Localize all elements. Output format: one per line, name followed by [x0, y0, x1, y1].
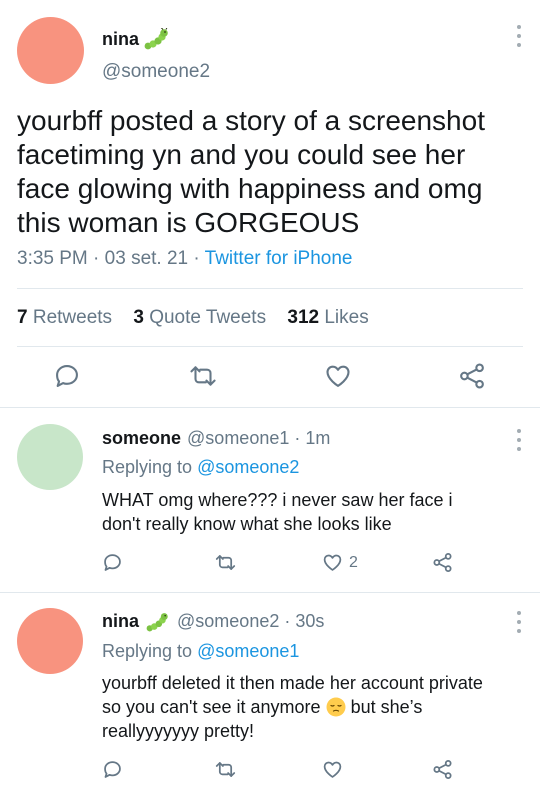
retweet-icon [215, 555, 236, 570]
divider [17, 288, 523, 289]
share-icon [433, 553, 452, 572]
reply-icon [56, 365, 78, 387]
tweet-date: 03 set. 21 [104, 248, 189, 269]
retweet-icon [215, 762, 236, 777]
author-name-text[interactable]: nina [102, 29, 139, 50]
more-options-icon[interactable] [514, 611, 524, 633]
divider [17, 346, 523, 347]
tweet-text: yourbff posted a story of a screenshot f… [17, 105, 485, 238]
reply-button[interactable] [102, 552, 123, 573]
avatar[interactable] [17, 17, 84, 84]
mention-link[interactable]: @someone1 [197, 641, 299, 661]
separator: · [93, 248, 105, 269]
reply-text: WHAT omg where??? i never saw her face i… [102, 490, 453, 534]
share-button[interactable] [458, 362, 486, 390]
heart-icon [326, 365, 350, 387]
author-name[interactable]: someone [102, 428, 181, 449]
author-handle[interactable]: @someone1 [187, 428, 289, 449]
tweet-stats: 7 Retweets 3 Quote Tweets 312 Likes [17, 307, 369, 329]
divider [0, 592, 540, 593]
likes-stat[interactable]: 312 Likes [287, 307, 368, 328]
reply-icon [104, 761, 121, 778]
reply-text: yourbff deleted it then made her account… [102, 673, 483, 741]
caterpillar-icon [144, 28, 168, 50]
retweet-button[interactable] [214, 759, 237, 780]
replying-to: Replying to @someone2 [102, 457, 300, 477]
separator: · [289, 428, 306, 448]
quotes-stat[interactable]: 3 Quote Tweets [133, 307, 266, 328]
reply-button[interactable] [102, 759, 123, 780]
heart-icon [323, 761, 342, 778]
reply-button[interactable] [53, 362, 81, 390]
avatar[interactable] [17, 608, 83, 674]
more-options-icon[interactable] [514, 25, 524, 47]
retweet-button[interactable] [214, 552, 237, 573]
share-icon [460, 363, 484, 389]
mention-link[interactable]: @someone2 [197, 457, 299, 477]
author-name[interactable]: nina [102, 611, 139, 632]
reply-header: someone @someone1 · 1m [102, 428, 330, 449]
reply-age: 30s [295, 611, 325, 631]
heart-icon [323, 554, 342, 571]
like-button[interactable]: 2 [322, 552, 358, 573]
tweet-source-link[interactable]: Twitter for iPhone [205, 248, 353, 269]
author-handle[interactable]: @someone2 [102, 61, 210, 83]
reply-age: 1m [305, 428, 331, 448]
share-button[interactable] [432, 552, 453, 573]
reply-icon [104, 554, 121, 571]
replying-to: Replying to @someone1 [102, 641, 300, 661]
share-button[interactable] [432, 759, 453, 780]
author-handle[interactable]: @someone2 [177, 611, 279, 632]
retweets-stat[interactable]: 7 Retweets [17, 307, 112, 328]
share-icon [433, 760, 452, 779]
tweet-meta: 3:35 PM · 03 set. 21 · Twitter for iPhon… [17, 248, 353, 270]
pensive-face-icon [326, 697, 346, 717]
avatar[interactable] [17, 424, 83, 490]
tweet-time: 3:35 PM [17, 248, 88, 269]
like-button[interactable] [322, 759, 343, 780]
like-count: 2 [349, 553, 358, 571]
divider [0, 407, 540, 408]
separator: · [279, 611, 296, 631]
caterpillar-icon [146, 612, 168, 631]
like-button[interactable] [324, 362, 352, 390]
more-options-icon[interactable] [514, 429, 524, 451]
retweet-button[interactable] [188, 362, 218, 390]
retweet-icon [190, 366, 216, 386]
reply-header: nina @someone2 · 30s [102, 611, 324, 632]
separator: · [193, 248, 205, 269]
author-name[interactable]: nina [102, 28, 169, 50]
